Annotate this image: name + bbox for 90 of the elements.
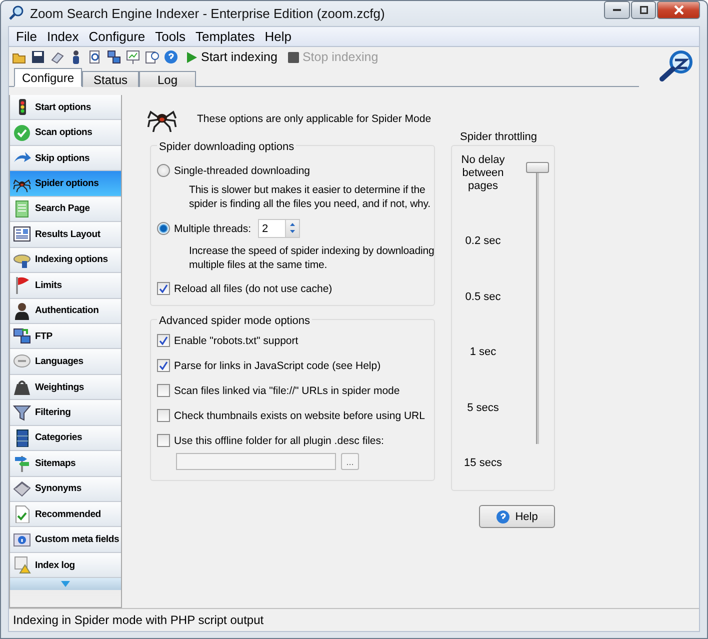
menu-item[interactable]: File [11,29,42,44]
check-icon [13,124,31,142]
weight-icon [13,378,31,396]
sidebar-item[interactable]: FTP [10,324,121,350]
warning-page-icon [13,556,31,574]
maximize-button[interactable] [631,1,656,19]
folder-path-field[interactable] [176,453,336,470]
sidebar-item[interactable]: Spider options [10,171,121,197]
person-icon [13,302,31,320]
sidebar-item[interactable]: Filtering [10,400,121,426]
checkbox[interactable] [157,434,170,447]
slider-thumb[interactable] [526,162,549,173]
sidebar-item[interactable]: Skip options [10,146,121,172]
radio-label: Single-threaded downloading [174,164,310,176]
radio-label: Multiple threads: [174,222,252,234]
layout-icon [13,225,31,244]
sidebar-item[interactable]: Results Layout [10,222,121,248]
help-icon[interactable] [164,50,178,64]
maximize-icon [640,6,648,14]
menu-item[interactable]: Index [42,29,84,44]
menu-item[interactable]: Configure [84,29,150,44]
sidebar-item[interactable]: Languages [10,349,121,375]
checkbox-label: Scan files linked via "file://" URLs in spider mode [174,384,400,396]
slider-mark-label: 15 secs [463,456,503,470]
option-description: Increase the speed of spider indexing by downloading multiple files at the same time. [189,244,436,272]
sidebar-item[interactable]: Authentication [10,298,121,324]
help-button[interactable]: Help [479,505,555,528]
group-title: Advanced spider mode options [157,315,312,327]
magnifier-logo-icon [659,49,695,83]
window-title: Zoom Search Engine Indexer - Enterprise Edition (zoom.zcfg) [30,6,386,20]
radio-button[interactable] [157,164,170,177]
start-indexing-button[interactable]: Start indexing [182,50,282,64]
document-icon [13,200,31,218]
help-icon [496,510,510,524]
sidebar-item[interactable]: Synonyms [10,476,121,502]
play-icon [186,50,198,64]
slider-mark-label: 5 secs [466,402,500,415]
notice-text: These options are only applicable for Spider Mode [197,113,432,125]
status-text: Indexing in Spider mode with PHP script output [13,613,264,627]
funnel-icon [13,403,31,422]
sidebar-item[interactable]: Scan options [10,120,121,146]
checked-page-icon [13,505,31,524]
down-arrow-icon [61,581,70,588]
slider-mark-label: 0.5 sec [464,290,502,304]
sidebar-item[interactable]: Sitemaps [10,451,121,477]
checkbox-label: Parse for links in JavaScript code (see Help) [174,360,381,372]
sidebar-item[interactable]: Recommended [10,502,121,528]
save-icon[interactable] [31,50,45,64]
tab[interactable]: Configure [14,68,82,87]
close-button[interactable] [657,1,700,19]
chart-icon[interactable] [126,50,140,64]
group-title: Spider downloading options [157,141,296,153]
menu-item[interactable]: Tools [150,29,190,44]
tab[interactable]: Log [139,71,196,87]
checkbox[interactable] [157,409,170,422]
radio-button[interactable] [157,222,170,235]
stop-icon [288,52,300,62]
sidebar-item[interactable]: Custom meta fields [10,527,121,553]
slider-mark-label: 0.2 sec [464,235,502,248]
slider-track[interactable] [526,162,548,444]
option-description: This is slower but makes it easier to determine if the spider is finding all the files you need, and if not, why. [189,183,432,211]
checkbox[interactable] [157,384,170,397]
checkbox[interactable] [157,282,170,295]
checkbox-label: Use this offline folder for all plugin .desc files: [174,434,384,446]
info-icon [13,530,31,549]
app-logo-icon [8,5,24,21]
checkbox-label: Enable "robots.txt" support [174,334,298,346]
signpost-icon [13,454,31,472]
page-search-icon[interactable] [88,50,102,64]
sidebar-item[interactable]: Weightings [10,374,121,400]
sidebar-item[interactable]: Categories [10,426,121,452]
threads-spinner[interactable]: 2 [258,219,300,238]
sidebar-item[interactable]: Limits [10,273,121,298]
close-icon [674,5,684,15]
checkbox[interactable] [157,359,170,372]
checkbox-label: Reload all files (do not use cache) [174,282,332,294]
minimize-icon [613,9,621,11]
browse-button[interactable]: ... [341,453,359,470]
minimize-button[interactable] [604,1,630,19]
slider-mark-label: No delay between pages [460,154,506,193]
sidebar-item[interactable]: Search Page [10,196,121,222]
sidebar-item[interactable]: Index log [10,552,121,578]
menu-item[interactable]: Templates [190,29,260,44]
checkbox-label: Check thumbnails exists on website before using URL [174,410,425,422]
tab[interactable]: Status [82,71,139,87]
menu-item[interactable]: Help [260,29,296,44]
sidebar-item[interactable]: Indexing options [10,248,121,274]
slider-mark-label: 1 sec [468,346,498,360]
sidebar-item[interactable]: Start options [10,95,121,120]
checkbox[interactable] [157,334,170,347]
